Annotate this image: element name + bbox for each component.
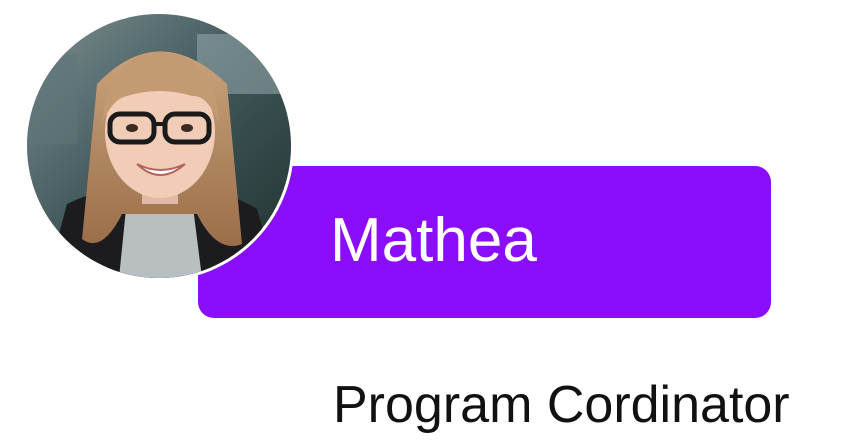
person-name: Mathea: [330, 206, 537, 275]
person-role: Program Cordinator: [333, 376, 790, 434]
profile-photo-icon: [27, 14, 291, 278]
avatar: [24, 11, 294, 281]
